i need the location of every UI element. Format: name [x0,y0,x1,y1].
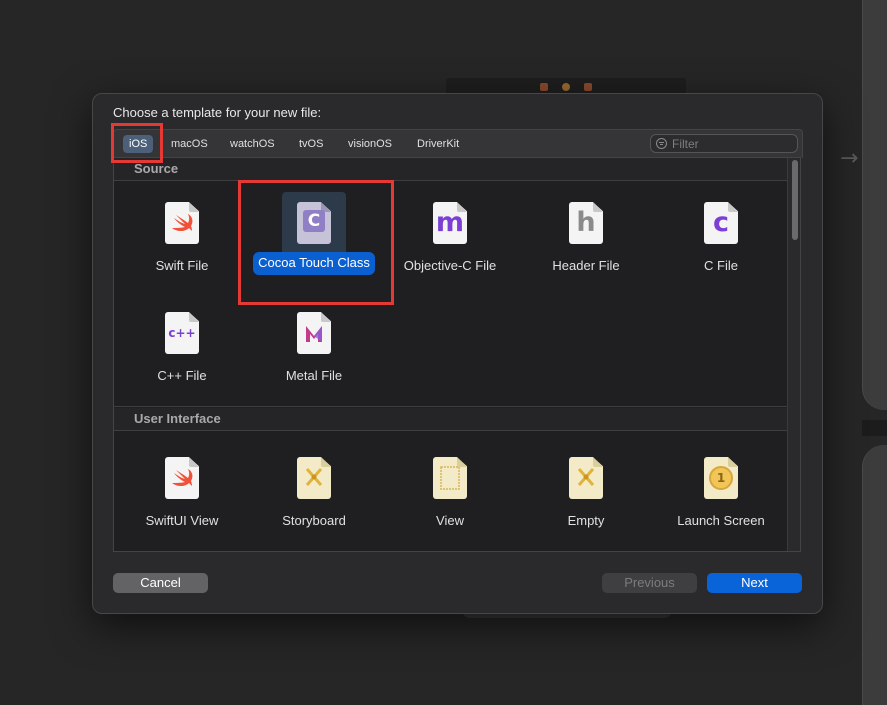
background-divider [862,420,887,436]
background-window-dot [584,83,592,91]
filter-placeholder: Filter [672,137,699,151]
template-label: Cocoa Touch Class [253,252,375,275]
scrollbar-thumb[interactable] [792,160,798,240]
vertical-scrollbar[interactable] [787,158,800,551]
section-header-user-interface: User Interface [114,408,787,431]
template-c-file[interactable]: c C File [656,186,786,286]
empty-icon [577,468,595,486]
launch-screen-icon: 1 [704,463,738,493]
template-label: Empty [567,513,605,528]
template-label: Metal File [285,368,343,383]
previous-button[interactable]: Previous [602,573,697,593]
section-title: User Interface [134,411,221,426]
template-label: Objective-C File [403,258,497,273]
template-label: SwiftUI View [145,513,219,528]
background-window-dot [540,83,548,91]
platform-tab-bar: iOS macOS watchOS tvOS visionOS DriverKi… [113,129,803,158]
template-list: Source Swift File C Cocoa Touch Class m [113,157,801,552]
template-swift-file[interactable]: Swift File [117,186,247,286]
tab-ios[interactable]: iOS [123,135,154,153]
background-right-panel [862,0,887,410]
cpp-icon: c++ [168,326,196,340]
template-header-file[interactable]: h Header File [521,186,651,286]
template-launch-screen[interactable]: 1 Launch Screen [656,441,786,541]
dialog-title: Choose a template for your new file: [113,105,322,120]
section-title: Source [134,161,179,176]
new-file-template-dialog: Choose a template for your new file: iOS… [92,93,823,614]
template-label: Header File [552,258,620,273]
next-button[interactable]: Next [707,573,802,593]
tab-visionos[interactable]: visionOS [342,135,398,153]
swift-icon [172,469,193,486]
background-right-panel [862,445,887,705]
section-header-source: Source [114,158,787,181]
cancel-button[interactable]: Cancel [113,573,208,593]
tab-tvos[interactable]: tvOS [293,135,329,153]
template-swiftui-view[interactable]: SwiftUI View [117,441,247,541]
template-empty[interactable]: Empty [521,441,651,541]
background-window-dot [562,83,570,91]
section-divider [114,406,787,407]
template-cpp-file[interactable]: c++ C++ File [117,296,247,396]
storyboard-icon [305,468,323,486]
view-icon [440,466,460,490]
template-label: C++ File [157,368,207,383]
filter-input[interactable]: Filter [650,134,798,153]
template-storyboard[interactable]: Storyboard [249,441,379,541]
tab-macos[interactable]: macOS [165,135,214,153]
template-objective-c-file[interactable]: m Objective-C File [385,186,515,286]
template-cocoa-touch-class[interactable]: C Cocoa Touch Class [249,186,379,286]
template-label: Swift File [155,258,209,273]
template-metal-file[interactable]: Metal File [249,296,379,396]
c-class-icon: C [297,208,331,238]
metal-icon [306,326,322,342]
tab-watchos[interactable]: watchOS [224,135,281,153]
template-label: Launch Screen [677,513,765,528]
c-icon: c [712,207,729,238]
background-arrow-icon: → [840,146,859,171]
template-label: Storyboard [282,513,346,528]
tab-driverkit[interactable]: DriverKit [411,135,465,153]
m-icon: m [435,207,465,238]
template-view[interactable]: View [385,441,515,541]
template-label: C File [704,258,738,273]
h-icon: h [576,207,596,238]
filter-icon [656,138,667,149]
template-label: View [436,513,464,528]
swift-icon [172,214,193,231]
